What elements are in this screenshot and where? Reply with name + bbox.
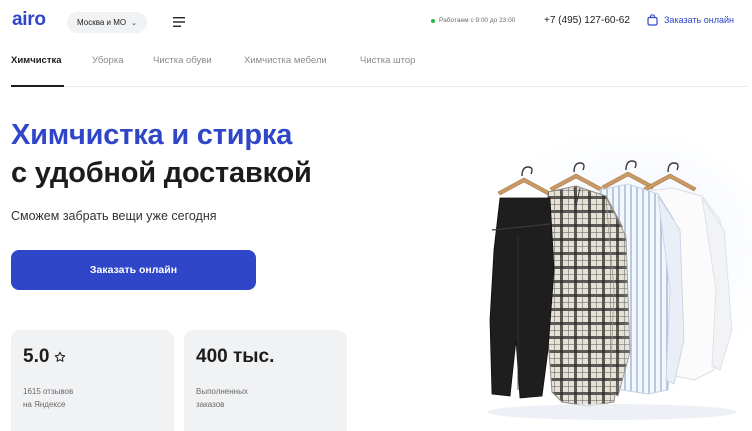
menu-button[interactable] [166, 9, 192, 35]
orders-value: 400 тыс. [196, 346, 275, 367]
rating-card: 5.0 1615 отзывов на Яндексе [11, 330, 174, 431]
hanging-clothes-image [472, 140, 752, 420]
active-tab-indicator [11, 85, 64, 87]
orders-caption-line2: заказов [196, 400, 225, 409]
orders-caption: Выполненных заказов [196, 385, 306, 411]
rating-value-row: 5.0 [23, 346, 66, 368]
tab-dry-cleaning[interactable]: Химчистка [11, 55, 62, 66]
header: airo Москва и МО ⌄ Работаем с 9:00 до 23… [0, 0, 752, 44]
region-selector[interactable]: Москва и МО ⌄ [67, 12, 147, 33]
rating-caption: 1615 отзывов на Яндексе [23, 385, 133, 411]
phone-link[interactable]: +7 (495) 127-60-62 [544, 15, 630, 26]
status-dot-icon [431, 18, 435, 23]
star-outline-icon [55, 351, 66, 362]
chevron-down-icon: ⌄ [131, 19, 137, 27]
logo[interactable]: airo [12, 9, 46, 31]
order-online-button[interactable]: Заказать онлайн [11, 250, 256, 290]
tab-shoe-cleaning[interactable]: Чистка обуви [153, 55, 212, 66]
tab-cleaning[interactable]: Уборка [92, 55, 123, 66]
hero-title-line2: с удобной доставкой [11, 157, 312, 189]
rating-caption-line2: на Яндексе [23, 400, 66, 409]
tab-furniture-cleaning[interactable]: Химчистка мебели [244, 55, 327, 66]
shopping-bag-icon [647, 14, 658, 26]
region-label: Москва и МО [77, 18, 127, 27]
hero-subtitle: Сможем забрать вещи уже сегодня [11, 209, 217, 223]
rating-value: 5.0 [23, 346, 50, 367]
rating-caption-line1: 1615 отзывов [23, 387, 74, 396]
orders-card: 400 тыс. Выполненных заказов [184, 330, 347, 431]
orders-caption-line1: Выполненных [196, 387, 248, 396]
order-online-label: Заказать онлайн [664, 15, 734, 25]
menu-icon [173, 17, 185, 27]
tab-curtain-cleaning[interactable]: Чистка штор [360, 55, 415, 66]
order-online-link[interactable]: Заказать онлайн [647, 14, 734, 26]
working-hours: Работаем с 9:00 до 23:00 [431, 17, 515, 24]
service-tabs: Химчистка Уборка Чистка обуви Химчистка … [11, 44, 748, 87]
hero-title-line1: Химчистка и стирка [11, 119, 293, 151]
working-hours-text: Работаем с 9:00 до 23:00 [439, 17, 516, 24]
